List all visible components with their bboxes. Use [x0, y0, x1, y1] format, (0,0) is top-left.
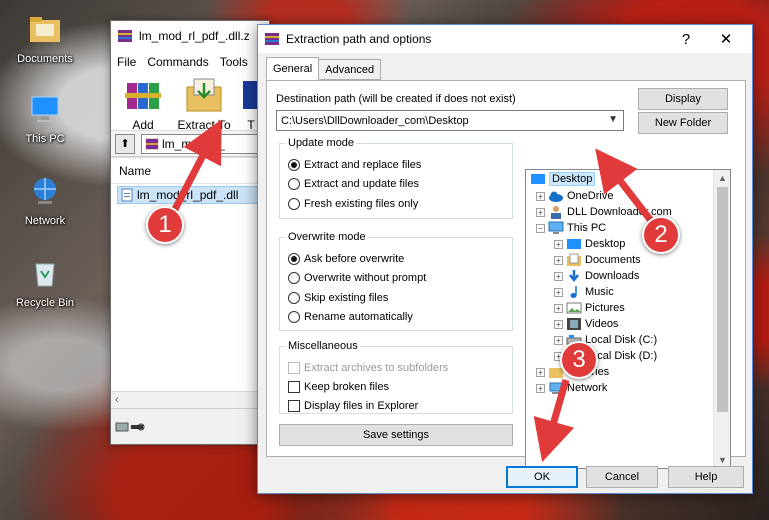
step-marker-1: 1 [146, 206, 184, 244]
step-marker-3: 3 [560, 341, 598, 379]
arrow-3 [533, 379, 575, 463]
tutorial-arrows [168, 119, 655, 463]
arrow-1 [168, 119, 222, 217]
arrow-2 [595, 148, 655, 225]
step-marker-2: 2 [642, 216, 680, 254]
tab-general[interactable]: General [266, 57, 320, 80]
